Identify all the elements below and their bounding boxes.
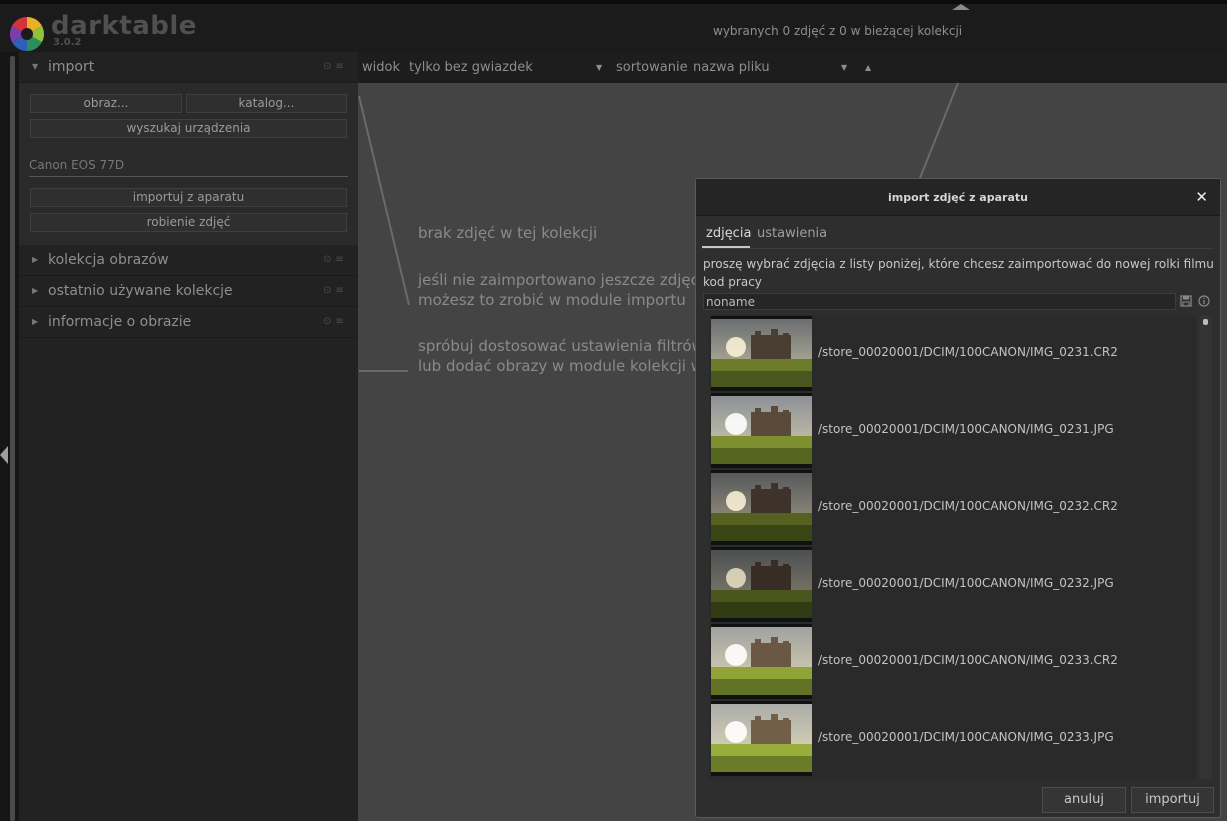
module-reset-presets-icons[interactable]: ⊙≡ bbox=[323, 254, 348, 265]
jobcode-input[interactable] bbox=[703, 293, 1176, 310]
cancel-button[interactable]: anuluj bbox=[1042, 787, 1126, 813]
file-path: /store_00020001/DCIM/100CANON/IMG_0231.C… bbox=[818, 345, 1118, 359]
empty-collection-message: brak zdjęć w tej kolekcji bbox=[418, 224, 598, 242]
photo-list: /store_00020001/DCIM/100CANON/IMG_0231.C… bbox=[709, 315, 1196, 779]
tab-settings[interactable]: ustawienia bbox=[757, 226, 827, 241]
photo-thumbnail bbox=[711, 316, 812, 391]
module-title: ostatnio używane kolekcje bbox=[48, 283, 233, 299]
app-version: 3.0.2 bbox=[53, 37, 82, 48]
filter-bar: widok tylko bez gwiazdek ▼ sortowanie na… bbox=[358, 52, 1227, 83]
module-title: import bbox=[48, 59, 95, 75]
module-header-recent-collections[interactable]: ▶ ostatnio używane kolekcje ⊙≡ bbox=[19, 276, 358, 307]
left-panel-collapse-icon[interactable] bbox=[0, 446, 8, 464]
import-hint-line-2: możesz to zrobić w module importu bbox=[418, 291, 686, 309]
close-icon[interactable]: ✕ bbox=[1195, 187, 1208, 207]
import-from-camera-button[interactable]: importuj z aparatu bbox=[30, 188, 347, 207]
instruction-text: proszę wybrać zdjęcia z listy poniżej, k… bbox=[703, 257, 1214, 271]
list-item[interactable]: /store_00020001/DCIM/100CANON/IMG_0231.C… bbox=[709, 315, 1196, 392]
scrollbar-thumb[interactable] bbox=[1203, 319, 1208, 325]
top-panel-toggle-icon[interactable] bbox=[952, 4, 970, 10]
darktable-logo-icon bbox=[10, 17, 44, 51]
active-tab-indicator bbox=[702, 246, 750, 248]
dialog-title: import zdjęć z aparatu bbox=[696, 179, 1220, 216]
module-reset-presets-icons[interactable]: ⊙≡ bbox=[323, 316, 348, 327]
collapsed-arrow-icon: ▶ bbox=[32, 255, 39, 264]
sort-label: sortowanie bbox=[616, 60, 688, 75]
collapsed-arrow-icon: ▶ bbox=[32, 286, 39, 295]
filter-hint-line-1: spróbuj dostosować ustawienia filtrów bbox=[418, 337, 704, 355]
scan-devices-button[interactable]: wyszukaj urządzenia bbox=[30, 119, 347, 138]
divider bbox=[29, 176, 348, 177]
list-item[interactable]: /store_00020001/DCIM/100CANON/IMG_0232.C… bbox=[709, 469, 1196, 546]
camera-import-dialog: import zdjęć z aparatu ✕ zdjęcia ustawie… bbox=[695, 178, 1221, 818]
import-module-body: obraz... katalog... wyszukaj urządzenia … bbox=[19, 83, 358, 245]
photo-thumbnail bbox=[711, 393, 812, 468]
tethered-shoot-button[interactable]: robienie zdjęć bbox=[30, 213, 347, 232]
top-header: darktable 3.0.2 wybranych 0 zdjęć z 0 w … bbox=[0, 0, 1227, 52]
module-reset-presets-icons[interactable]: ⊙≡ bbox=[323, 61, 348, 72]
module-title: kolekcja obrazów bbox=[48, 252, 169, 268]
photo-thumbnail bbox=[711, 701, 812, 776]
info-icon[interactable] bbox=[1198, 295, 1210, 307]
view-dropdown[interactable]: tylko bez gwiazdek bbox=[409, 60, 533, 75]
photo-thumbnail bbox=[711, 624, 812, 699]
left-panel-scrollbar[interactable] bbox=[10, 56, 15, 821]
filter-hint-line-2: lub dodać obrazy w module kolekcji w bbox=[418, 357, 704, 375]
import-image-button[interactable]: obraz... bbox=[30, 94, 182, 113]
import-hint-line-1: jeśli nie zaimportowano jeszcze zdjęć, bbox=[418, 271, 704, 289]
jobcode-label: kod pracy bbox=[703, 275, 762, 289]
file-path: /store_00020001/DCIM/100CANON/IMG_0231.J… bbox=[818, 422, 1114, 436]
view-label: widok bbox=[362, 60, 400, 75]
tab-photos[interactable]: zdjęcia bbox=[706, 226, 751, 241]
tabs-divider bbox=[702, 248, 1214, 249]
file-path: /store_00020001/DCIM/100CANON/IMG_0233.J… bbox=[818, 730, 1114, 744]
list-item[interactable]: /store_00020001/DCIM/100CANON/IMG_0233.J… bbox=[709, 700, 1196, 777]
list-item[interactable]: /store_00020001/DCIM/100CANON/IMG_0232.J… bbox=[709, 546, 1196, 623]
left-panel: ▼ import ⊙≡ obraz... katalog... wyszukaj… bbox=[19, 52, 358, 821]
module-reset-presets-icons[interactable]: ⊙≡ bbox=[323, 285, 348, 296]
module-header-collections[interactable]: ▶ kolekcja obrazów ⊙≡ bbox=[19, 245, 358, 276]
import-folder-button[interactable]: katalog... bbox=[186, 94, 347, 113]
list-item[interactable]: /store_00020001/DCIM/100CANON/IMG_0233.C… bbox=[709, 623, 1196, 700]
device-name: Canon EOS 77D bbox=[29, 158, 125, 172]
expanded-arrow-icon: ▼ bbox=[32, 62, 39, 71]
sort-order-icon[interactable]: ▲ bbox=[865, 63, 871, 72]
file-path: /store_00020001/DCIM/100CANON/IMG_0233.C… bbox=[818, 653, 1118, 667]
module-header-image-information[interactable]: ▶ informacje o obrazie ⊙≡ bbox=[19, 307, 358, 338]
list-scrollbar[interactable] bbox=[1199, 315, 1212, 779]
selection-info: wybranych 0 zdjęć z 0 w bieżącej kolekcj… bbox=[713, 24, 963, 38]
sort-dropdown[interactable]: nazwa pliku bbox=[693, 60, 770, 75]
file-path: /store_00020001/DCIM/100CANON/IMG_0232.C… bbox=[818, 499, 1118, 513]
dropdown-arrow-icon[interactable]: ▼ bbox=[841, 63, 847, 72]
list-item[interactable]: /store_00020001/DCIM/100CANON/IMG_0231.J… bbox=[709, 392, 1196, 469]
module-title: informacje o obrazie bbox=[48, 314, 192, 330]
import-button[interactable]: importuj bbox=[1131, 787, 1214, 813]
photo-thumbnail bbox=[711, 547, 812, 622]
save-icon[interactable] bbox=[1180, 295, 1192, 307]
dropdown-arrow-icon[interactable]: ▼ bbox=[596, 63, 602, 72]
module-header-import[interactable]: ▼ import ⊙≡ bbox=[19, 52, 358, 83]
file-path: /store_00020001/DCIM/100CANON/IMG_0232.J… bbox=[818, 576, 1114, 590]
collapsed-arrow-icon: ▶ bbox=[32, 317, 39, 326]
photo-thumbnail bbox=[711, 470, 812, 545]
